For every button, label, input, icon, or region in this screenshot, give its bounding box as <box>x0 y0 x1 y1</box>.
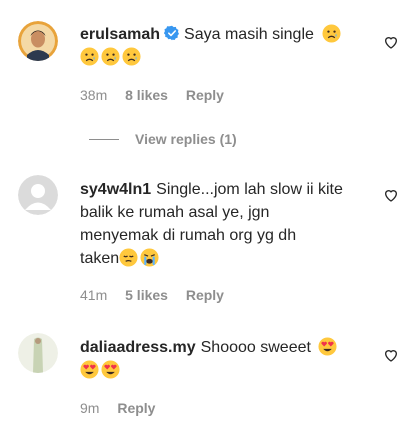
comment-meta: 9m Reply <box>80 400 169 416</box>
comment-body: erulsamah Saya masih single <box>80 23 370 69</box>
comment-time[interactable]: 41m <box>80 287 107 303</box>
sad-face-emoji <box>101 47 120 66</box>
likes-count[interactable]: 5 likes <box>125 287 168 303</box>
comment-text-line: balik ke rumah asal ye, jgn <box>80 204 270 221</box>
heart-eyes-emoji <box>101 360 120 379</box>
comment-text: Shoooo sweeet <box>200 339 311 356</box>
reply-button[interactable]: Reply <box>117 400 155 416</box>
username[interactable]: daliaadress.my <box>80 339 196 356</box>
avatar[interactable] <box>18 333 58 373</box>
comments-list: erulsamah Saya masih single 38m 8 likes R… <box>0 0 415 436</box>
heart-eyes-emoji <box>318 337 337 356</box>
sad-face-emoji <box>80 47 99 66</box>
comment-text-line: Single...jom lah slow ii kite <box>156 181 343 198</box>
comment-text: Saya masih single <box>184 26 314 43</box>
comment-text-line: taken <box>80 250 120 267</box>
sad-face-emoji <box>322 24 341 43</box>
comment-body: daliaadress.my Shoooo sweeet <box>80 336 370 382</box>
like-heart-icon[interactable] <box>383 34 399 50</box>
sad-face-emoji <box>122 47 141 66</box>
reply-button[interactable]: Reply <box>186 87 224 103</box>
comment-body: sy4w4ln1 Single...jom lah slow ii kite ba… <box>80 178 370 270</box>
divider-line <box>89 138 119 140</box>
reply-button[interactable]: Reply <box>186 287 224 303</box>
username[interactable]: sy4w4ln1 <box>80 181 151 198</box>
like-heart-icon[interactable] <box>383 187 399 203</box>
crying-face-emoji <box>140 248 159 267</box>
username[interactable]: erulsamah <box>80 26 160 43</box>
view-replies-button[interactable]: View replies (1) <box>89 131 237 147</box>
pensive-face-emoji <box>119 248 138 267</box>
like-heart-icon[interactable] <box>383 347 399 363</box>
comment-time[interactable]: 38m <box>80 87 107 103</box>
avatar[interactable] <box>18 21 58 61</box>
avatar[interactable] <box>18 175 58 215</box>
verified-badge-icon <box>164 25 180 41</box>
heart-eyes-emoji <box>80 360 99 379</box>
comment-text-line: menyemak di rumah org yg dh <box>80 227 297 244</box>
comment-time[interactable]: 9m <box>80 400 99 416</box>
comment-meta: 38m 8 likes Reply <box>80 87 238 103</box>
view-replies-label: View replies (1) <box>135 131 237 147</box>
likes-count[interactable]: 8 likes <box>125 87 168 103</box>
comment-meta: 41m 5 likes Reply <box>80 287 238 303</box>
